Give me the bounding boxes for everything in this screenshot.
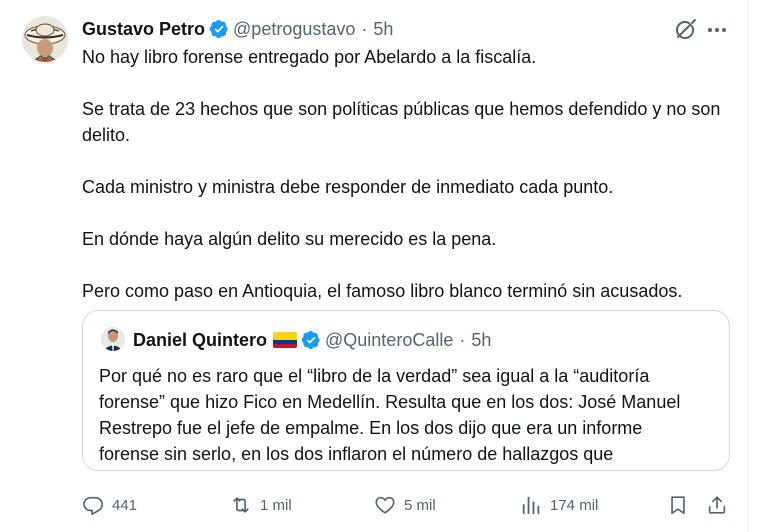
views-icon	[522, 496, 540, 515]
colombia-flag-icon	[273, 332, 298, 348]
tweet-timestamp[interactable]: 5h	[373, 19, 393, 40]
tweet[interactable]: Gustavo Petro @petrogustavo · 5h No hay …	[0, 0, 748, 532]
tweet-paragraph: Pero como paso en Antioquia, el famoso l…	[82, 281, 683, 301]
views-count: 174 mil	[550, 496, 599, 514]
share-icon	[708, 496, 726, 514]
repost-count: 1 mil	[260, 496, 292, 514]
quoted-tweet-timestamp[interactable]: 5h	[471, 330, 491, 351]
quoted-text-line: Por qué no es raro que el “libro de la v…	[99, 366, 650, 386]
like-count: 5 mil	[404, 496, 436, 514]
more-icon[interactable]	[704, 17, 730, 43]
header-separator: ·	[361, 18, 368, 39]
repost-icon	[233, 497, 249, 513]
quoted-text-line: Restrepo fue el jefe de empalme. En los …	[99, 418, 643, 438]
tweet-header: Gustavo Petro @petrogustavo · 5h	[82, 17, 393, 41]
quoted-text-line: forense” que hizo Fico en Medellín. Resu…	[99, 392, 681, 412]
bookmark-button[interactable]	[667, 488, 689, 522]
quoted-header-separator: ·	[459, 329, 466, 350]
quoted-tweet-text: Por qué no es raro que el “libro de la v…	[99, 363, 719, 467]
verified-badge-icon[interactable]	[209, 19, 229, 39]
reply-icon	[83, 496, 103, 515]
tweet-paragraph: Se trata de 23 hechos que son políticas …	[82, 99, 721, 145]
author-name[interactable]: Gustavo Petro	[82, 19, 205, 40]
tweet-paragraph: No hay libro forense entregado por Abela…	[82, 47, 537, 67]
verified-badge-icon[interactable]	[301, 330, 321, 350]
heart-icon	[375, 496, 395, 514]
timeline-divider	[748, 0, 749, 532]
quoted-author-avatar[interactable]	[101, 327, 125, 351]
views-button[interactable]: 174 mil	[520, 488, 598, 522]
quoted-author-handle[interactable]: @QuinteroCalle	[325, 330, 453, 351]
quoted-tweet[interactable]: Daniel Quintero @QuinteroCalle · 5h Por …	[82, 310, 730, 471]
grok-icon[interactable]	[672, 17, 698, 43]
bookmark-icon	[671, 496, 685, 515]
share-button[interactable]	[706, 488, 728, 522]
tweet-paragraph: Cada ministro y ministra debe responder …	[82, 177, 614, 197]
tweet-action-bar: 441 1 mil 5 mil 174 mil	[82, 488, 732, 522]
like-button[interactable]: 5 mil	[374, 488, 436, 522]
quoted-author-name[interactable]: Daniel Quintero	[133, 330, 267, 351]
author-handle[interactable]: @petrogustavo	[233, 19, 355, 40]
author-avatar[interactable]	[22, 16, 68, 62]
tweet-paragraph: En dónde haya algún delito su merecido e…	[82, 229, 497, 249]
reply-button[interactable]: 441	[82, 488, 137, 522]
reply-count: 441	[112, 496, 138, 514]
repost-button[interactable]: 1 mil	[230, 488, 292, 522]
quoted-text-line: forense sin serlo, en los dos inflaron e…	[99, 444, 614, 464]
quoted-tweet-header: Daniel Quintero @QuinteroCalle · 5h	[133, 328, 491, 352]
